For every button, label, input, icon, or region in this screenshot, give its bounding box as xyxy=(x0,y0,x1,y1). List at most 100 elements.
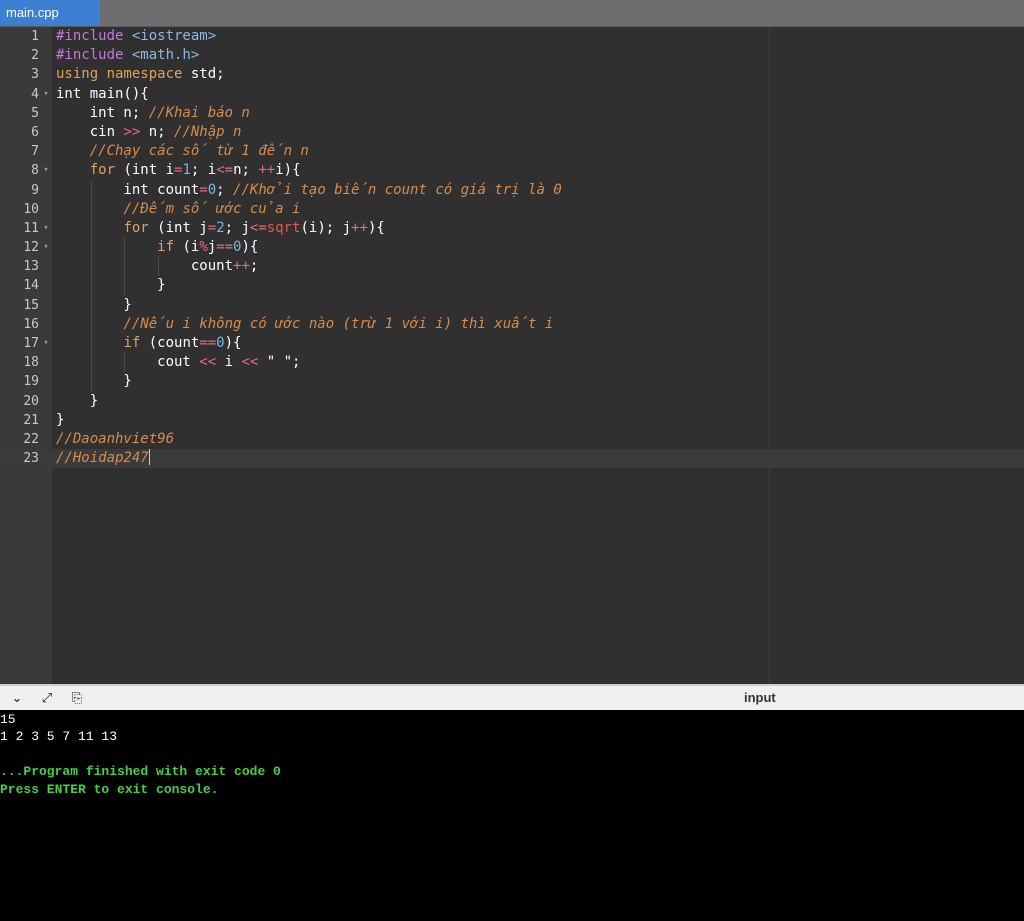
code-token: for xyxy=(89,162,116,179)
code-token: == xyxy=(199,335,217,351)
code-text[interactable]: #include <math.h> xyxy=(56,46,199,65)
line-number: 12 xyxy=(23,240,39,256)
code-token: int count xyxy=(56,181,200,198)
code-text[interactable]: cout << i << " "; xyxy=(56,353,300,372)
code-text[interactable]: using namespace std; xyxy=(56,65,225,84)
code-token: (i); j xyxy=(300,219,352,236)
code-line[interactable]: 7 //Chạy các số từ 1 đến n xyxy=(0,142,1024,161)
code-line[interactable]: 14 } xyxy=(0,276,1024,296)
code-line[interactable]: 23 //Hoidap247 xyxy=(0,449,1024,469)
code-line[interactable]: 21} xyxy=(0,411,1024,430)
code-token: << xyxy=(241,354,259,371)
fold-arrow-icon[interactable]: ▾ xyxy=(41,85,51,104)
line-number: 14 xyxy=(23,278,39,294)
code-token: i){ xyxy=(275,162,301,179)
code-text[interactable]: int main(){ xyxy=(56,85,149,104)
code-line[interactable]: 18 cout << i << " "; xyxy=(0,353,1024,373)
code-token: } xyxy=(56,277,166,294)
code-line[interactable]: 16 //Nếu i không có ước nào (trừ 1 với i… xyxy=(0,314,1024,334)
code-text[interactable]: cin >> n; //Nhập n xyxy=(56,123,242,142)
code-line[interactable]: 17 ▾ if (count==0){ xyxy=(0,334,1024,354)
code-text[interactable]: for (int i=1; i<=n; ++i){ xyxy=(56,161,301,180)
line-number: 11 xyxy=(23,220,39,236)
code-text[interactable]: if (i%j==0){ xyxy=(56,238,258,257)
code-token: ++ xyxy=(351,219,368,236)
code-token: if xyxy=(123,335,141,351)
tab-main-cpp[interactable]: main.cpp xyxy=(0,0,100,26)
code-token: sqrt xyxy=(266,219,301,236)
fold-arrow-icon[interactable]: ▾ xyxy=(41,219,51,238)
collapse-icon[interactable]: ⌄ xyxy=(8,691,26,707)
code-token: #include xyxy=(56,47,132,64)
code-line[interactable]: 9 int count=0; //Khởi tạo biến count có … xyxy=(0,180,1024,200)
code-line[interactable]: 13 count++; xyxy=(0,257,1024,277)
code-line[interactable]: 12 ▾ if (i%j==0){ xyxy=(0,238,1024,258)
code-line[interactable]: 4 ▾ int main(){ xyxy=(0,85,1024,104)
console-toolbar: ⌄ ⤢ ⎘ input xyxy=(0,684,1024,710)
line-number: 7 xyxy=(31,144,39,160)
fold-arrow-icon[interactable]: ▾ xyxy=(41,334,51,353)
line-number: 21 xyxy=(23,412,39,428)
code-text[interactable]: } xyxy=(56,392,98,411)
code-token: //Daoanhviet96 xyxy=(56,430,175,447)
code-text[interactable]: if (count==0){ xyxy=(56,334,241,353)
code-token: ){ xyxy=(224,335,242,351)
code-token: >> xyxy=(123,123,141,140)
code-text[interactable]: } xyxy=(56,276,166,295)
line-number: 10 xyxy=(23,201,39,217)
code-token: ++ xyxy=(258,162,276,179)
code-text[interactable]: for (int j=2; j<=sqrt(i); j++){ xyxy=(56,219,385,238)
fold-arrow-icon[interactable]: ▾ xyxy=(41,161,51,180)
line-number: 5 xyxy=(31,105,39,121)
code-text[interactable]: } xyxy=(56,372,132,391)
code-token: ){ xyxy=(241,239,259,256)
code-line[interactable]: 8 ▾ for (int i=1; i<=n; ++i){ xyxy=(0,161,1024,180)
input-label[interactable]: input xyxy=(744,690,776,705)
code-token: count xyxy=(56,258,234,275)
code-token: (count xyxy=(140,335,200,351)
code-text[interactable]: } xyxy=(56,296,131,315)
code-line[interactable]: 3 using namespace std; xyxy=(0,65,1024,84)
line-number: 22 xyxy=(23,431,39,447)
code-text[interactable]: //Đếm số ước của i xyxy=(56,200,300,219)
code-text[interactable]: //Chạy các số từ 1 đến n xyxy=(56,142,309,161)
tab-bar: main.cpp xyxy=(0,0,1024,27)
code-line[interactable]: 1 #include <iostream> xyxy=(0,27,1024,46)
code-text[interactable]: int n; //Khai báo n xyxy=(56,104,250,123)
code-line[interactable]: 20 } xyxy=(0,392,1024,411)
code-text[interactable]: //Daoanhviet96 xyxy=(56,430,174,449)
code-token: cin xyxy=(56,123,124,140)
code-lines[interactable]: 1 #include <iostream> 2 #include <math.h> 3 u… xyxy=(0,27,1024,469)
code-line[interactable]: 6 cin >> n; //Nhập n xyxy=(0,123,1024,142)
code-text[interactable]: #include <iostream> xyxy=(56,27,216,46)
code-line[interactable]: 2 #include <math.h> xyxy=(0,46,1024,65)
code-line[interactable]: 15 } xyxy=(0,295,1024,315)
code-line[interactable]: 10 //Đếm số ước của i xyxy=(0,199,1024,219)
code-token: //Nhập n xyxy=(174,123,242,140)
code-line[interactable]: 5 int n; //Khai báo n xyxy=(0,104,1024,123)
line-number: 2 xyxy=(31,48,39,64)
code-token: (int i xyxy=(115,162,175,179)
code-token: //Khởi tạo biến count có giá trị là 0 xyxy=(233,181,562,198)
code-token: } xyxy=(56,373,132,390)
copy-icon[interactable]: ⎘ xyxy=(68,691,86,707)
fold-arrow-icon[interactable]: ▾ xyxy=(41,238,51,257)
code-line[interactable]: 19 } xyxy=(0,372,1024,392)
expand-icon[interactable]: ⤢ xyxy=(38,691,56,707)
code-token: ){ xyxy=(367,219,385,236)
code-token: (i xyxy=(174,239,200,256)
code-text[interactable]: } xyxy=(56,411,64,430)
code-line[interactable]: 22 //Daoanhviet96 xyxy=(0,430,1024,449)
line-number: 20 xyxy=(23,393,39,409)
code-editor[interactable]: 1 #include <iostream> 2 #include <math.h> 3 u… xyxy=(0,27,1024,684)
code-line[interactable]: 11 ▾ for (int j=2; j<=sqrt(i); j++){ xyxy=(0,218,1024,239)
code-text[interactable]: int count=0; //Khởi tạo biến count có gi… xyxy=(56,181,562,200)
code-text[interactable]: //Hoidap247 xyxy=(56,449,150,468)
code-token: #include xyxy=(56,28,132,44)
line-number: 3 xyxy=(31,67,39,83)
line-number: 16 xyxy=(23,316,39,332)
code-text[interactable]: count++; xyxy=(56,257,258,276)
console-output[interactable]: 15 1 2 3 5 7 11 13 ...Program finished wit… xyxy=(0,710,1024,921)
code-text[interactable]: //Nếu i không có ước nào (trừ 1 với i) t… xyxy=(56,315,553,334)
